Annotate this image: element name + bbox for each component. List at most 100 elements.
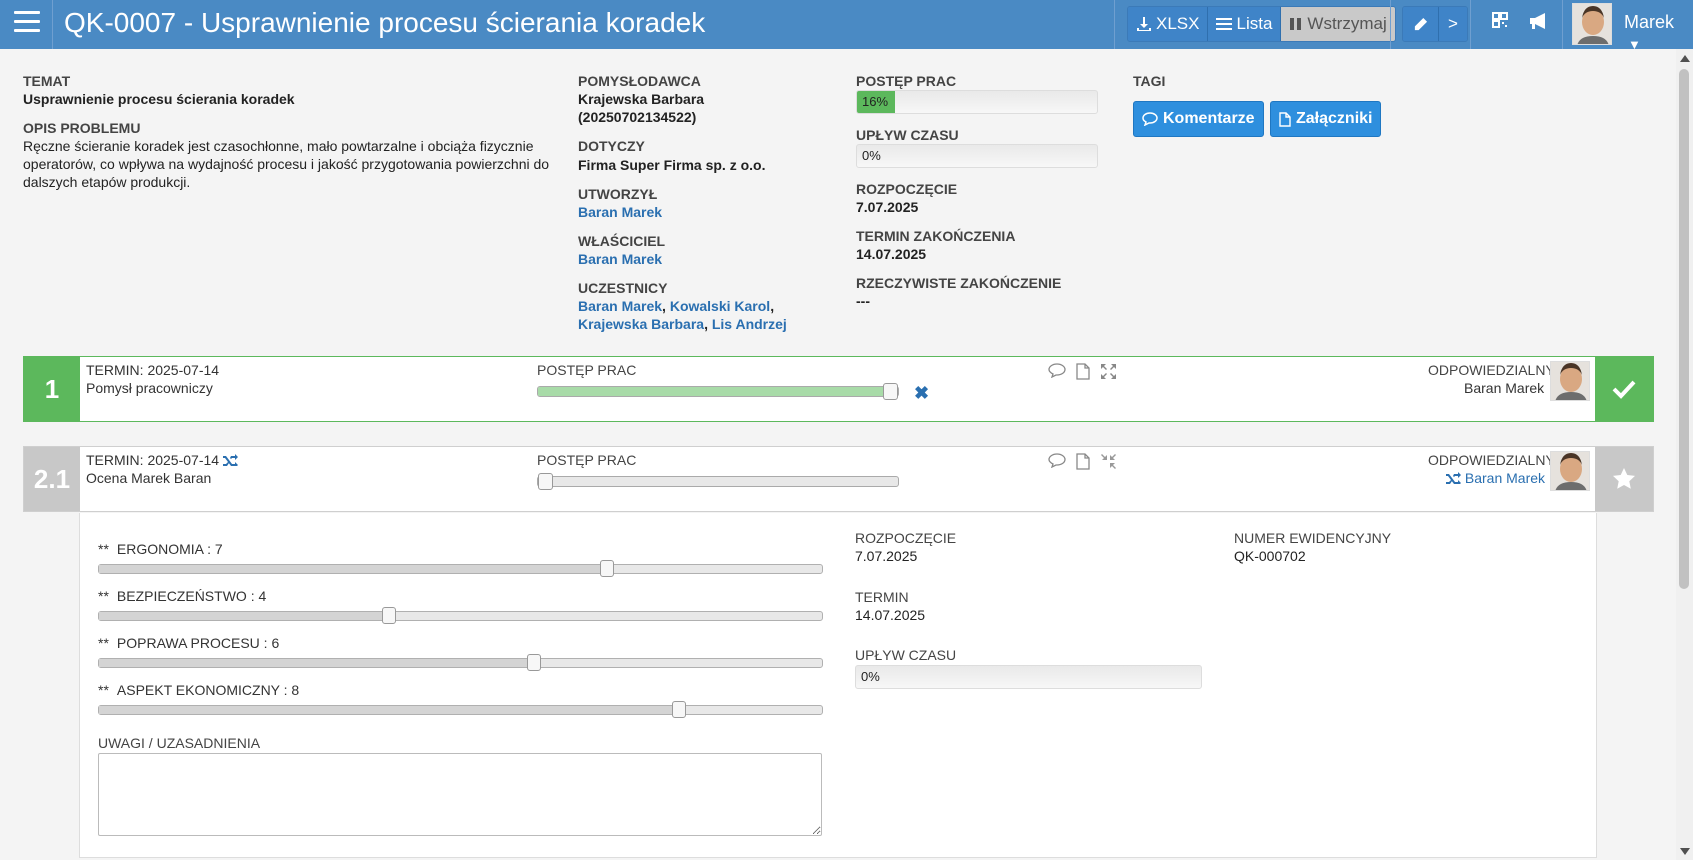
stage-progress-label: POSTĘP PRAC: [537, 362, 637, 378]
created-label: UTWORZYŁ: [578, 186, 658, 202]
attachments-label: Załączniki: [1296, 110, 1373, 127]
stage-responsible: Baran Marek: [1446, 470, 1545, 486]
owner-link[interactable]: Baran Marek: [578, 251, 662, 267]
compress-icon[interactable]: [1100, 453, 1117, 475]
stage-term-text: TERMIN: 2025-07-14: [86, 452, 220, 468]
slider-handle[interactable]: [538, 473, 553, 490]
file-icon[interactable]: [1076, 453, 1090, 475]
participant-link[interactable]: Krajewska Barbara: [578, 316, 704, 332]
participants-line-2: Krajewska Barbara, Lis Andrzej: [578, 316, 787, 332]
stage-progress-slider[interactable]: [537, 383, 899, 400]
criterion-required-marker: **: [98, 635, 109, 651]
slider-handle[interactable]: [382, 607, 396, 624]
slider-fill: [538, 387, 898, 396]
stage-progress-slider[interactable]: [537, 473, 899, 490]
author-id: (20250702134522): [578, 109, 697, 125]
avatar[interactable]: [1572, 3, 1612, 45]
expand-icon[interactable]: [1100, 363, 1117, 385]
complete-button[interactable]: [1595, 357, 1653, 421]
stage-responsible-link[interactable]: Baran Marek: [1465, 470, 1545, 486]
scroll-thumb[interactable]: [1679, 69, 1689, 589]
detail-time-bar: 0%: [855, 665, 1202, 689]
problem-description: Ręczne ścieranie koradek jest czasochłon…: [23, 138, 550, 190]
pause-label: Wstrzymaj: [1307, 14, 1387, 33]
stage-responsible-link[interactable]: Baran Marek: [1464, 380, 1544, 396]
detail-start-label: ROZPOCZĘCIE: [855, 530, 957, 546]
criterion-slider[interactable]: [98, 560, 823, 577]
stage-number: 1: [24, 357, 80, 421]
xlsx-label: XLSX: [1156, 14, 1200, 33]
list-icon: [1216, 18, 1233, 30]
user-menu[interactable]: Marek ▼: [1624, 12, 1693, 54]
shuffle-icon: [1446, 472, 1461, 486]
stage-name: Pomysł pracowniczy: [86, 380, 213, 396]
chevron-down-icon: ▼: [1628, 37, 1641, 52]
detail-time-text: 0%: [861, 669, 880, 684]
attachments-button[interactable]: Załączniki: [1270, 101, 1382, 137]
owner-label: WŁAŚCICIEL: [578, 233, 666, 249]
criterion-slider[interactable]: [98, 701, 823, 718]
pause-button[interactable]: Wstrzymaj: [1281, 7, 1395, 41]
criterion-label: ** POPRAWA PROCESU : 6: [98, 635, 279, 651]
participant-link[interactable]: Lis Andrzej: [712, 316, 787, 332]
author-label: POMYSŁODAWCA: [578, 73, 701, 89]
scroll-down-icon[interactable]: [1680, 848, 1690, 855]
slider-handle[interactable]: [527, 654, 541, 671]
scroll-up-icon[interactable]: [1680, 55, 1690, 62]
stage-row[interactable]: 2.1 TERMIN: 2025-07-14 Ocena Marek Baran…: [23, 446, 1654, 512]
avatar: [1550, 361, 1590, 401]
participants-label: UCZESTNICY: [578, 280, 668, 296]
list-button[interactable]: Lista: [1208, 7, 1282, 41]
tags-label: TAGI: [1133, 73, 1166, 89]
comment-icon[interactable]: [1048, 453, 1066, 473]
stage-row[interactable]: 1 TERMIN: 2025-07-14 Pomysł pracowniczy …: [23, 356, 1654, 422]
detail-start-value: 7.07.2025: [855, 548, 918, 564]
slider-fill: [99, 565, 606, 573]
qr-icon[interactable]: [1492, 12, 1508, 33]
scrollbar[interactable]: [1676, 49, 1693, 860]
next-button[interactable]: >: [1439, 7, 1467, 41]
time-text: 0%: [862, 148, 881, 163]
notes-textarea[interactable]: [98, 753, 822, 836]
criterion-label: ** BEZPIECZEŃSTWO : 4: [98, 588, 266, 604]
file-icon[interactable]: [1076, 363, 1090, 385]
criterion-text: ERGONOMIA : 7: [116, 541, 223, 557]
list-label: Lista: [1236, 14, 1273, 33]
time-label: UPŁYW CZASU: [856, 127, 959, 143]
slider-handle[interactable]: [672, 701, 686, 718]
close-icon[interactable]: ✖: [914, 383, 929, 404]
xlsx-button[interactable]: XLSX: [1128, 7, 1209, 41]
stage-term: TERMIN: 2025-07-14: [86, 452, 238, 468]
created-by-link[interactable]: Baran Marek: [578, 204, 662, 220]
stage-name: Ocena Marek Baran: [86, 470, 212, 486]
divider: [1470, 0, 1471, 49]
participant-link[interactable]: Kowalski Karol: [670, 298, 770, 314]
participant-link[interactable]: Baran Marek: [578, 298, 662, 314]
criterion-slider[interactable]: [98, 654, 823, 671]
next-label: >: [1448, 14, 1458, 33]
start-value: 7.07.2025: [856, 199, 919, 215]
star-icon: [1613, 468, 1635, 489]
toolbar-group-main: XLSX Lista Wstrzymaj: [1127, 6, 1396, 42]
pencil-icon: [1414, 17, 1428, 30]
menu-icon[interactable]: [14, 11, 40, 33]
slider-fill: [99, 659, 533, 667]
page-title: QK-0007 - Usprawnienie procesu ścierania…: [64, 7, 706, 38]
slider-handle[interactable]: [599, 560, 614, 577]
edit-button[interactable]: [1403, 7, 1439, 41]
comment-icon[interactable]: [1048, 363, 1066, 383]
favorite-button[interactable]: [1595, 447, 1653, 511]
megaphone-icon[interactable]: [1528, 12, 1550, 35]
reg-number-label: NUMER EWIDENCYJNY: [1234, 530, 1392, 546]
user-name: Marek: [1624, 12, 1675, 32]
deadline-value: 14.07.2025: [856, 246, 927, 262]
criterion-text: POPRAWA PROCESU : 6: [116, 635, 280, 651]
notes-label: UWAGI / UZASADNIENIA: [98, 735, 261, 751]
criterion-required-marker: **: [98, 588, 109, 604]
author-name: Krajewska Barbara: [578, 91, 705, 107]
slider-handle[interactable]: [883, 383, 898, 400]
criterion-slider[interactable]: [98, 607, 823, 624]
participants-line-1: Baran Marek, Kowalski Karol,: [578, 298, 775, 314]
comments-button[interactable]: Komentarze: [1133, 101, 1264, 137]
problem-label: OPIS PROBLEMU: [23, 120, 141, 136]
